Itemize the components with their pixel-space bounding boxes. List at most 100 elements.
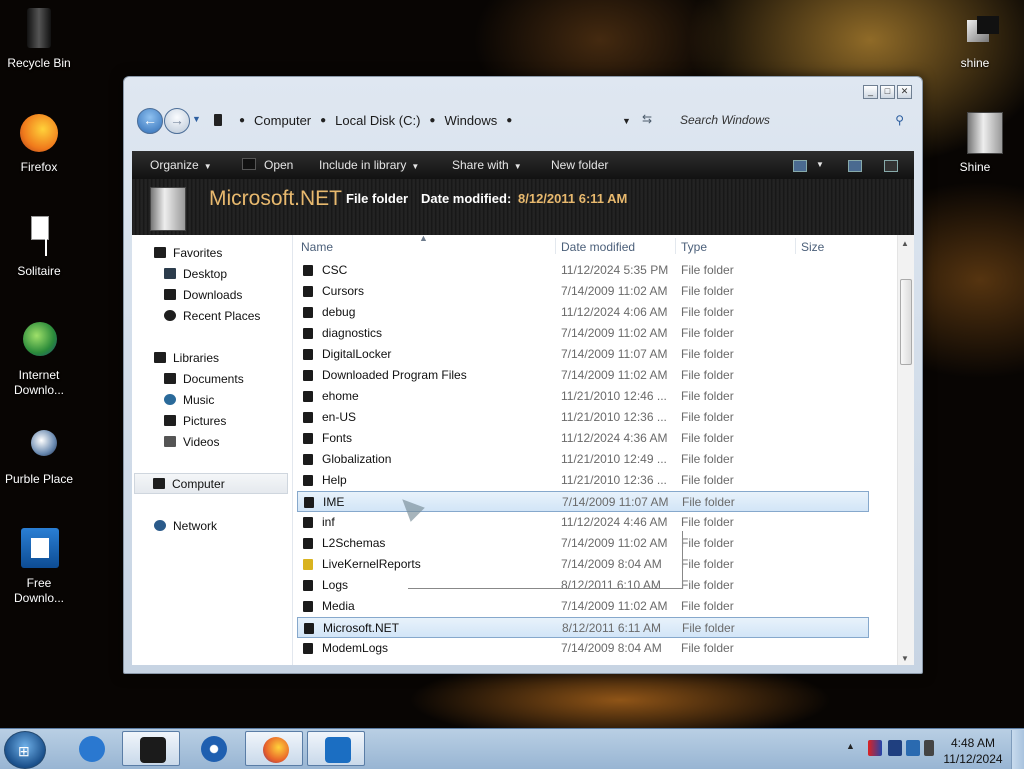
maximize-button[interactable]: □ (880, 85, 895, 99)
file-date-modified: 7/14/2009 11:07 AM (561, 347, 668, 361)
file-row[interactable]: DigitalLocker 7/14/2009 11:07 AM File fold… (297, 344, 869, 365)
desktop-icon-purble-place[interactable]: Purble Place (2, 424, 76, 487)
file-date-modified: 11/21/2010 12:49 ... (561, 452, 667, 466)
search-input[interactable]: Search Windows ⚲ (666, 108, 912, 132)
breadcrumb-local-disk[interactable]: Local Disk (C:) (335, 113, 420, 128)
address-dropdown-icon[interactable]: ▼ (622, 116, 631, 126)
column-header-name[interactable]: Name (301, 240, 333, 254)
file-row[interactable]: IME 7/14/2009 11:07 AM File folder (297, 491, 869, 512)
close-button[interactable]: ✕ (897, 85, 912, 99)
nav-label: Desktop (183, 267, 228, 281)
file-row[interactable]: ehome 11/21/2010 12:46 ... File folder (297, 386, 869, 407)
file-row[interactable]: ModemLogs 7/14/2009 8:04 AM File folder (297, 638, 869, 659)
breadcrumb-separator-icon[interactable]: ● (429, 115, 435, 126)
breadcrumb-separator-icon[interactable]: ● (506, 115, 512, 126)
nav-favorites[interactable]: Favorites (154, 243, 222, 264)
taskbar-app-free-download-manager[interactable] (307, 731, 365, 766)
minimize-button[interactable]: _ (863, 85, 878, 99)
desktop-icon-free-download[interactable]: Free Downlo... (2, 528, 76, 606)
taskbar-app-media-player[interactable] (184, 731, 242, 766)
folder-icon (303, 391, 313, 402)
file-row[interactable]: en-US 11/21/2010 12:36 ... File folder (297, 407, 869, 428)
nav-label: Libraries (173, 351, 220, 365)
include-in-library-button[interactable]: Include in library ▼ (319, 151, 419, 179)
file-type: File folder (681, 389, 734, 403)
column-header-date-modified[interactable]: Date modified (561, 240, 635, 254)
scroll-down-icon[interactable]: ▼ (901, 654, 909, 663)
folder-icon (303, 370, 313, 381)
start-button[interactable]: ⊞ (4, 731, 46, 769)
breadcrumb-separator-icon[interactable]: ● (239, 115, 245, 126)
file-row[interactable]: diagnostics 7/14/2009 11:02 AM File folder (297, 323, 869, 344)
nav-pictures[interactable]: Pictures (164, 411, 226, 432)
breadcrumb-windows[interactable]: Windows (444, 113, 497, 128)
file-row[interactable]: Cursors 7/14/2009 11:02 AM File folder (297, 281, 869, 302)
nav-computer[interactable]: Computer (134, 473, 288, 494)
nav-documents[interactable]: Documents (164, 369, 244, 390)
vertical-scrollbar[interactable]: ▲ ▼ (897, 235, 914, 665)
file-row[interactable]: Downloaded Program Files 7/14/2009 11:02 … (297, 365, 869, 386)
file-date-modified: 7/14/2009 11:02 AM (561, 368, 668, 382)
desktop-icon-shine-document[interactable]: Shine (938, 112, 1012, 175)
taskbar-app-internet-explorer[interactable] (62, 731, 120, 766)
taskbar-clock[interactable]: 4:48 AM 11/12/2024 (940, 735, 1006, 767)
desktop-icon-internet-download[interactable]: Internet Downlo... (2, 320, 76, 398)
scroll-up-icon[interactable]: ▲ (901, 239, 909, 248)
help-icon[interactable] (884, 160, 898, 172)
nav-network[interactable]: Network (154, 516, 217, 537)
breadcrumb-separator-icon[interactable]: ● (320, 115, 326, 126)
desktop-icon-recycle-bin[interactable]: Recycle Bin (2, 8, 76, 71)
nav-label: Videos (183, 435, 220, 449)
file-row[interactable]: Microsoft.NET 8/12/2011 6:11 AM File folde… (297, 617, 869, 638)
scrollbar-thumb[interactable] (900, 279, 912, 365)
file-row[interactable]: Help 11/21/2010 12:36 ... File folder (297, 470, 869, 491)
details-date-modified-value: 8/12/2011 6:11 AM (518, 191, 628, 206)
search-icon[interactable]: ⚲ (895, 108, 904, 132)
download-tray-icon[interactable] (906, 740, 920, 756)
share-with-label: Share with (452, 158, 509, 172)
show-desktop-button[interactable] (1011, 730, 1024, 769)
details-folder-type: File folder (346, 191, 409, 206)
network-tray-icon[interactable] (888, 740, 902, 756)
nav-recent-places[interactable]: Recent Places (164, 306, 260, 327)
nav-downloads[interactable]: Downloads (164, 285, 242, 306)
refresh-icon[interactable]: ⇆ (642, 112, 652, 126)
taskbar-app-windows-explorer[interactable] (122, 731, 180, 766)
nav-music[interactable]: Music (164, 390, 214, 411)
column-header-size[interactable]: Size (801, 240, 824, 254)
file-row[interactable]: Globalization 11/21/2010 12:49 ... File fo… (297, 449, 869, 470)
preview-pane-icon[interactable] (848, 160, 862, 172)
nav-videos[interactable]: Videos (164, 432, 219, 453)
forward-button[interactable]: → (164, 108, 190, 134)
file-row[interactable]: Fonts 11/12/2024 4:36 AM File folder (297, 428, 869, 449)
open-button[interactable]: Open (242, 151, 293, 179)
file-type: File folder (681, 347, 734, 361)
breadcrumb-computer[interactable]: Computer (254, 113, 311, 128)
view-options-dropdown[interactable]: ▼ (816, 151, 824, 179)
file-name: Globalization (322, 452, 392, 466)
organize-button[interactable]: Organize ▼ (150, 151, 212, 179)
desktop-icon-shine[interactable]: shine (938, 16, 1012, 71)
flag-tray-icon[interactable] (868, 740, 882, 756)
column-header-type[interactable]: Type (681, 240, 707, 254)
file-row[interactable]: CSC 11/12/2024 5:35 PM File folder (297, 260, 869, 281)
address-bar[interactable]: ● Computer ● Local Disk (C:) ● Windows ● (208, 108, 662, 132)
file-type: File folder (682, 621, 735, 635)
volume-icon[interactable] (924, 740, 934, 756)
file-row[interactable]: Media 7/14/2009 11:02 AM File folder (297, 596, 869, 617)
desktop-icon-solitaire[interactable]: Solitaire (2, 216, 76, 279)
file-row[interactable]: debug 11/12/2024 4:06 AM File folder (297, 302, 869, 323)
desktop-icon-firefox[interactable]: Firefox (2, 112, 76, 175)
file-row[interactable]: inf 11/12/2024 4:46 AM File folder (297, 512, 869, 533)
nav-libraries[interactable]: Libraries (154, 348, 219, 369)
back-button[interactable]: ← (137, 108, 163, 134)
change-view-icon[interactable] (793, 160, 807, 172)
new-folder-button[interactable]: New folder (551, 151, 608, 179)
documents-icon (164, 373, 176, 384)
share-with-button[interactable]: Share with ▼ (452, 151, 522, 179)
nav-desktop[interactable]: Desktop (164, 264, 227, 285)
show-hidden-icons-button[interactable]: ▲ (846, 741, 855, 751)
taskbar-app-firefox[interactable] (245, 731, 303, 766)
recent-places-icon (164, 310, 176, 321)
recent-pages-dropdown[interactable]: ▼ (192, 114, 201, 124)
